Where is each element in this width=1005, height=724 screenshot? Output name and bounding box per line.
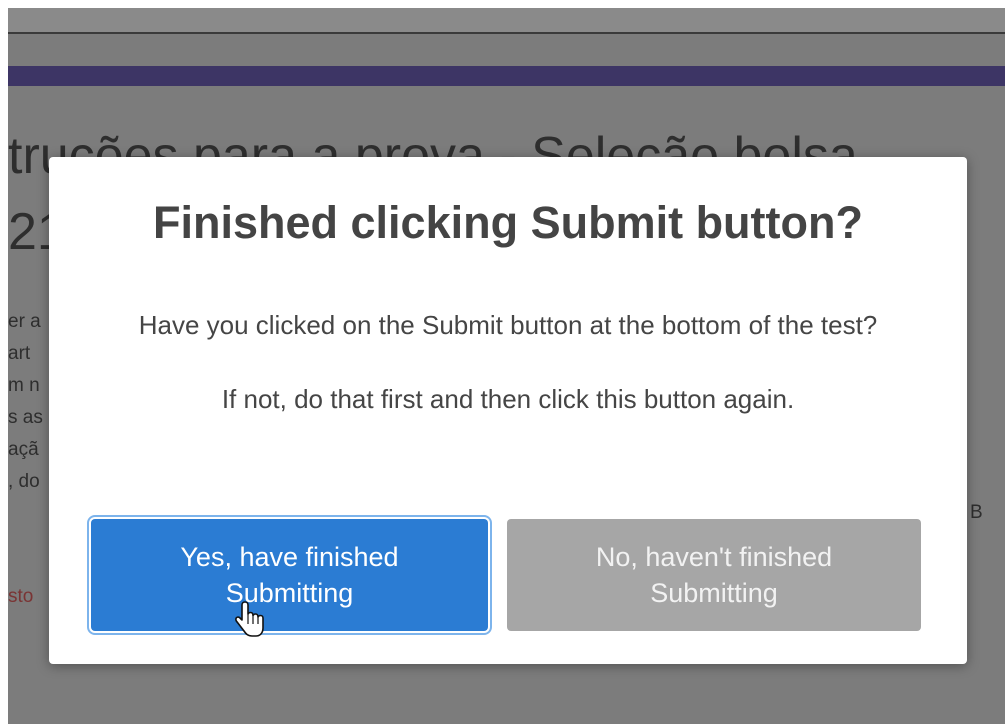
no-button-label-line2: Submitting <box>650 578 778 608</box>
screen: trucões para a prova - Seleção bolsa 21 … <box>0 0 1005 724</box>
yes-button-label-line1: Yes, have finished <box>180 542 399 572</box>
background-purple-bar <box>8 66 1005 86</box>
dialog-question: Have you clicked on the Submit button at… <box>138 310 878 340</box>
dialog-body: Have you clicked on the Submit button at… <box>79 307 937 455</box>
background-link-fragment: sto <box>8 586 34 607</box>
background-top-bar <box>8 8 1005 34</box>
no-button-label-line1: No, haven't finished <box>595 542 833 572</box>
dialog-title: Finished clicking Submit button? <box>153 197 863 248</box>
no-not-finished-button[interactable]: No, haven't finished Submitting <box>507 519 921 631</box>
left-border <box>0 0 8 724</box>
yes-finished-button[interactable]: Yes, have finished Submitting <box>91 519 488 631</box>
confirm-submit-dialog: Finished clicking Submit button? Have yo… <box>49 157 967 664</box>
hand-pointer-icon <box>235 601 264 637</box>
top-border <box>0 0 1005 8</box>
background-right-fragment: B <box>970 502 983 523</box>
dialog-instruction: If not, do that first and then click thi… <box>221 384 795 414</box>
